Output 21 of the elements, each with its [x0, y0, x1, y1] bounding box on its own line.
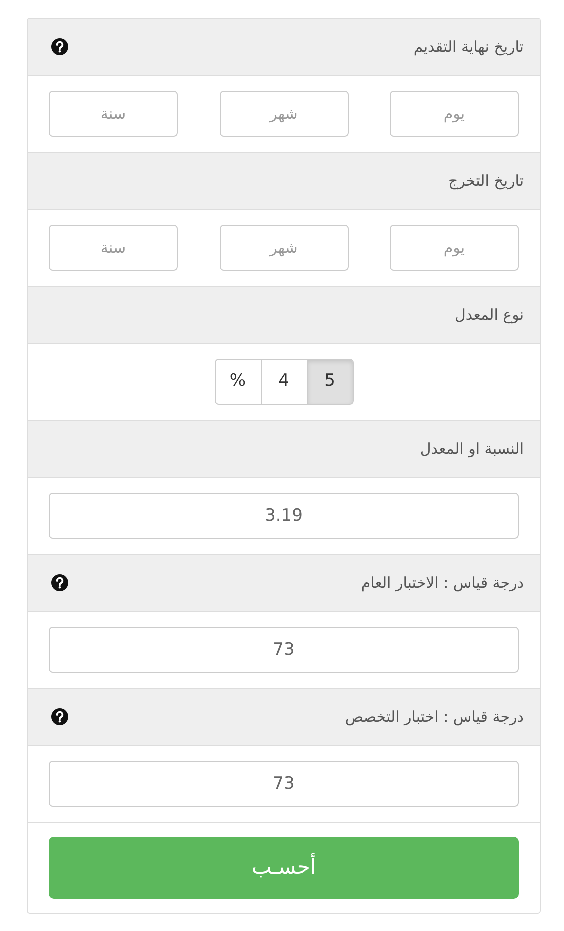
section-label: درجة قياس : الاختبار العام: [361, 572, 524, 594]
score-field[interactable]: 3.19: [49, 493, 519, 539]
date-field[interactable]: سنة: [49, 225, 178, 271]
section-label: درجة قياس : اختبار التخصص: [345, 706, 524, 728]
grade-scale-option[interactable]: 5: [306, 359, 354, 405]
section-label: النسبة او المعدل: [420, 438, 524, 460]
grade-scale-option[interactable]: %: [214, 359, 262, 405]
section-label: نوع المعدل: [454, 304, 524, 326]
score-field[interactable]: 73: [49, 761, 519, 807]
score-field[interactable]: 73: [49, 627, 519, 673]
section-label: تاريخ التخرج: [448, 170, 524, 192]
help-icon[interactable]: [51, 38, 69, 56]
date-field[interactable]: يوم: [390, 91, 519, 137]
section-label: تاريخ نهاية التقديم: [414, 36, 524, 58]
date-field[interactable]: شهر: [220, 225, 348, 271]
grade-scale-option[interactable]: 4: [260, 359, 308, 405]
date-field[interactable]: يوم: [390, 225, 519, 271]
date-field[interactable]: شهر: [220, 91, 348, 137]
date-field[interactable]: سنة: [49, 91, 178, 137]
help-icon[interactable]: [51, 574, 69, 592]
help-icon[interactable]: [51, 708, 69, 726]
